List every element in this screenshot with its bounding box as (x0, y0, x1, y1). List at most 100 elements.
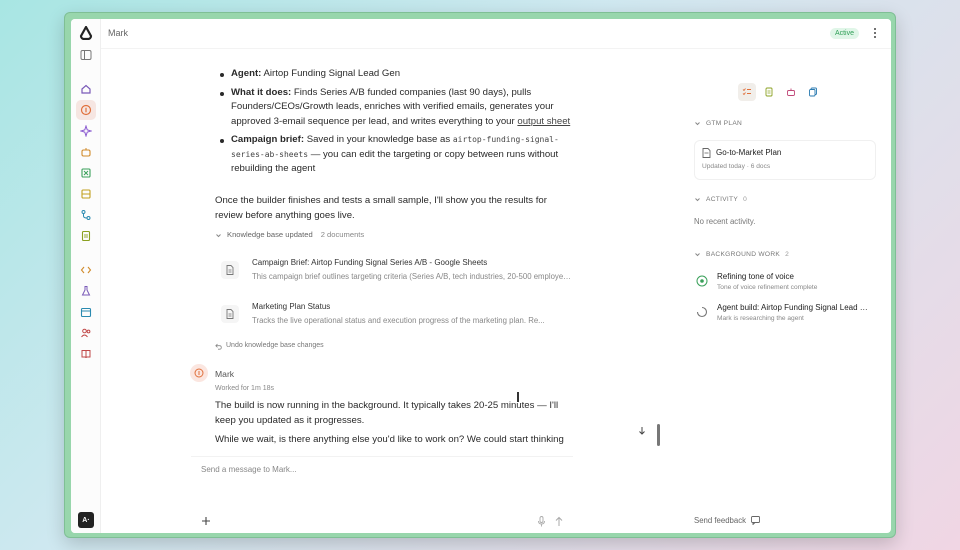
section-title: GTM PLAN (706, 120, 743, 127)
flask-icon (81, 286, 91, 296)
bg-item-title: Agent build: Airtop Funding Signal Lead … (717, 303, 873, 312)
code-icon (80, 266, 92, 274)
rail-bot[interactable] (76, 142, 96, 162)
activity-header[interactable]: ACTIVITY 0 (694, 196, 747, 203)
bullet-text: Saved in your knowledge base as (304, 134, 453, 145)
section-title: BACKGROUND WORK (706, 251, 781, 258)
summary-bullets: Agent: Airtop Funding Signal Lead Gen Wh… (220, 67, 577, 181)
sparkle-icon (80, 125, 92, 137)
copy-icon (809, 87, 817, 97)
bg-item-subtitle: Mark is researching the agent (717, 315, 804, 322)
gtm-plan-card[interactable]: Go-to-Market Plan Updated today · 6 docs (694, 140, 876, 180)
tab-copies[interactable] (804, 83, 822, 101)
app-logo-icon[interactable] (79, 26, 93, 40)
bg-work-item[interactable]: Agent build: Airtop Funding Signal Lead … (694, 303, 878, 329)
bullet-label: Campaign brief: (231, 134, 305, 145)
tab-docs[interactable] (760, 83, 778, 101)
bullet-text: Airtop Funding Signal Lead Gen (261, 68, 401, 79)
workflow-icon (81, 210, 91, 220)
text-cursor (517, 392, 519, 402)
doc-card-campaign-brief[interactable]: Campaign Brief: Airtop Funding Signal Se… (221, 256, 573, 290)
window-frame: A· Mark Active Agent: Airtop Funding Sig… (64, 12, 896, 538)
doc-title: Marketing Plan Status (252, 302, 331, 311)
plan-title: Go-to-Market Plan (716, 148, 782, 157)
kb-count: 2 documents (320, 230, 365, 239)
document-icon (702, 148, 711, 158)
bot-icon (81, 148, 91, 157)
bg-item-title: Refining tone of voice (717, 272, 794, 281)
rail-document[interactable] (76, 226, 96, 246)
bullet-what-it-does: What it does: Finds Series A/B funded co… (220, 86, 577, 130)
bullet-agent: Agent: Airtop Funding Signal Lead Gen (220, 67, 577, 82)
check-circle-icon (696, 275, 708, 287)
message-meta: Worked for 1m 18s (215, 385, 275, 392)
document-icon (81, 230, 91, 242)
message-input[interactable] (201, 465, 501, 474)
panel-tabs (738, 83, 822, 101)
feedback-label: Send feedback (694, 516, 747, 525)
rail-home[interactable] (76, 79, 96, 99)
bg-work-item[interactable]: Refining tone of voice Tone of voice ref… (694, 272, 878, 298)
kb-label: Knowledge base updated (227, 230, 313, 239)
right-panel: GTM PLAN Go-to-Market Plan Updated today… (681, 49, 891, 533)
left-rail: A· (71, 19, 101, 533)
bullet-campaign-brief: Campaign brief: Saved in your knowledge … (220, 133, 577, 177)
undo-label: Undo knowledge base changes (226, 342, 324, 349)
microphone-icon[interactable] (537, 516, 546, 527)
message-text-2: While we wait, is there anything else yo… (215, 434, 564, 445)
bullet-label: Agent: (231, 68, 262, 79)
plan-subtitle: Updated today · 6 docs (702, 163, 771, 170)
doc-description: Tracks the live operational status and e… (252, 316, 545, 325)
scrollbar-thumb[interactable] (657, 424, 660, 446)
rail-code[interactable] (76, 260, 96, 280)
undo-kb-changes-button[interactable]: Undo knowledge base changes (215, 339, 324, 354)
file-icon (221, 261, 239, 279)
scroll-down-icon[interactable] (638, 426, 646, 436)
tab-plan[interactable] (738, 83, 756, 101)
top-bar: Mark Active (101, 19, 891, 49)
rail-book[interactable] (76, 344, 96, 364)
home-icon (81, 84, 91, 94)
tab-agents[interactable] (782, 83, 800, 101)
table-icon (81, 189, 91, 199)
rail-flask[interactable] (76, 281, 96, 301)
builder-note: Once the builder finishes and tests a sm… (215, 195, 547, 221)
chevron-down-icon (216, 233, 221, 237)
chat-thread: Agent: Airtop Funding Signal Lead Gen Wh… (101, 49, 681, 533)
app-window: A· Mark Active Agent: Airtop Funding Sig… (71, 19, 891, 533)
rail-sparkle[interactable] (76, 121, 96, 141)
send-feedback-button[interactable]: Send feedback (694, 516, 760, 525)
calendar-icon (80, 307, 92, 318)
user-avatar-button[interactable]: A· (78, 512, 94, 528)
rail-agent[interactable] (76, 100, 96, 120)
rail-users[interactable] (76, 323, 96, 343)
file-icon (221, 305, 239, 323)
send-icon[interactable] (554, 516, 564, 527)
doc-card-marketing-plan[interactable]: Marketing Plan Status Tracks the live op… (221, 300, 573, 334)
spinner-icon (696, 306, 708, 318)
section-title: ACTIVITY (706, 196, 739, 203)
output-sheet-link[interactable]: output sheet (517, 116, 570, 127)
rail-workflow[interactable] (76, 205, 96, 225)
sidebar-toggle-icon[interactable] (80, 49, 92, 61)
message-composer (191, 456, 573, 533)
rail-calendar[interactable] (76, 302, 96, 322)
chevron-down-icon (695, 122, 700, 126)
checklist-icon (742, 88, 751, 96)
more-options-icon[interactable] (873, 27, 877, 39)
book-icon (81, 350, 91, 359)
add-attachment-icon[interactable] (201, 516, 211, 526)
doc-description: This campaign brief outlines targeting c… (252, 272, 572, 281)
agent-icon (80, 104, 92, 116)
section-count: 2 (785, 251, 790, 258)
bullet-label: What it does: (231, 86, 292, 98)
doc-title: Campaign Brief: Airtop Funding Signal Se… (252, 258, 488, 267)
gtm-plan-header[interactable]: GTM PLAN (694, 120, 742, 127)
agent-title: Mark (108, 28, 128, 38)
rail-table[interactable] (76, 184, 96, 204)
background-work-header[interactable]: BACKGROUND WORK 2 (694, 251, 789, 258)
chat-bubble-icon (751, 516, 760, 525)
knowledge-base-toggle[interactable]: Knowledge base updated 2 documents (215, 228, 364, 243)
chevron-down-icon (695, 198, 700, 202)
rail-spreadsheet[interactable] (76, 163, 96, 183)
